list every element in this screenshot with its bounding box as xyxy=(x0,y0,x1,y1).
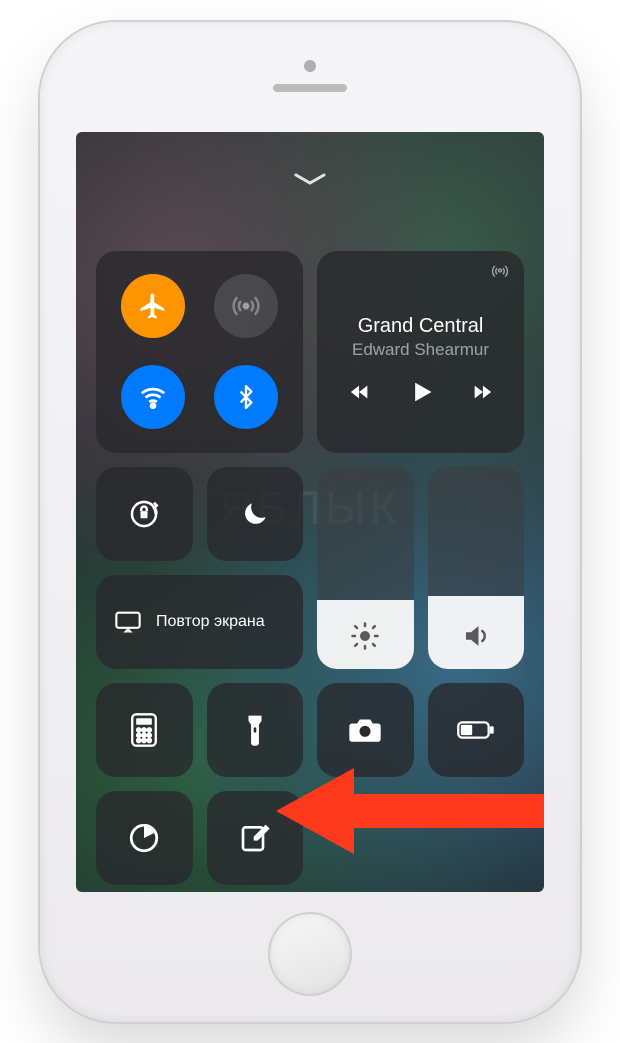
volume-slider[interactable] xyxy=(428,467,525,669)
battery-icon xyxy=(457,720,495,740)
cellular-data-toggle[interactable] xyxy=(214,274,278,338)
flashlight-icon xyxy=(245,713,265,747)
rewind-button[interactable] xyxy=(347,381,373,408)
notes-tile[interactable] xyxy=(207,791,304,885)
timer-icon xyxy=(127,821,161,855)
screen-mirroring-icon xyxy=(114,610,142,634)
moon-icon xyxy=(240,499,270,529)
airplane-mode-toggle[interactable] xyxy=(121,274,185,338)
brightness-slider[interactable] xyxy=(317,467,414,669)
camera-icon xyxy=(348,716,382,744)
screen-mirroring-button[interactable]: Повтор экрана xyxy=(96,575,303,669)
flashlight-tile[interactable] xyxy=(207,683,304,777)
compose-note-icon xyxy=(239,822,271,854)
timer-tile[interactable] xyxy=(96,791,193,885)
now-playing-tile[interactable]: Grand Central Edward Shearmur xyxy=(317,251,524,453)
bluetooth-toggle[interactable] xyxy=(214,365,278,429)
camera-tile[interactable] xyxy=(317,683,414,777)
track-artist: Edward Shearmur xyxy=(335,340,506,360)
low-power-mode-tile[interactable] xyxy=(428,683,525,777)
brightness-icon xyxy=(350,621,380,651)
volume-icon xyxy=(461,621,491,651)
forward-button[interactable] xyxy=(469,381,495,408)
cellular-icon xyxy=(231,291,261,321)
do-not-disturb-toggle[interactable] xyxy=(207,467,304,561)
front-camera xyxy=(304,60,316,72)
orientation-lock-icon xyxy=(127,497,161,531)
play-button[interactable] xyxy=(407,378,435,411)
bluetooth-icon xyxy=(233,384,259,410)
earpiece-speaker xyxy=(273,84,347,92)
orientation-lock-toggle[interactable] xyxy=(96,467,193,561)
connectivity-group[interactable] xyxy=(96,251,303,453)
control-center-grid: Grand Central Edward Shearmur xyxy=(96,251,524,885)
control-center: Grand Central Edward Shearmur xyxy=(76,132,544,892)
airplane-icon xyxy=(138,291,168,321)
home-button[interactable] xyxy=(268,912,352,996)
dismiss-chevron-icon[interactable] xyxy=(293,172,327,191)
track-title: Grand Central xyxy=(335,315,506,338)
wifi-icon xyxy=(138,382,168,412)
calculator-tile[interactable] xyxy=(96,683,193,777)
screen-mirroring-label: Повтор экрана xyxy=(156,613,265,631)
airplay-audio-icon[interactable] xyxy=(490,263,510,286)
wifi-toggle[interactable] xyxy=(121,365,185,429)
calculator-icon xyxy=(130,713,158,747)
iphone-device-frame: ЯБЛЫК xyxy=(40,22,580,1022)
screen: ЯБЛЫК xyxy=(76,132,544,892)
